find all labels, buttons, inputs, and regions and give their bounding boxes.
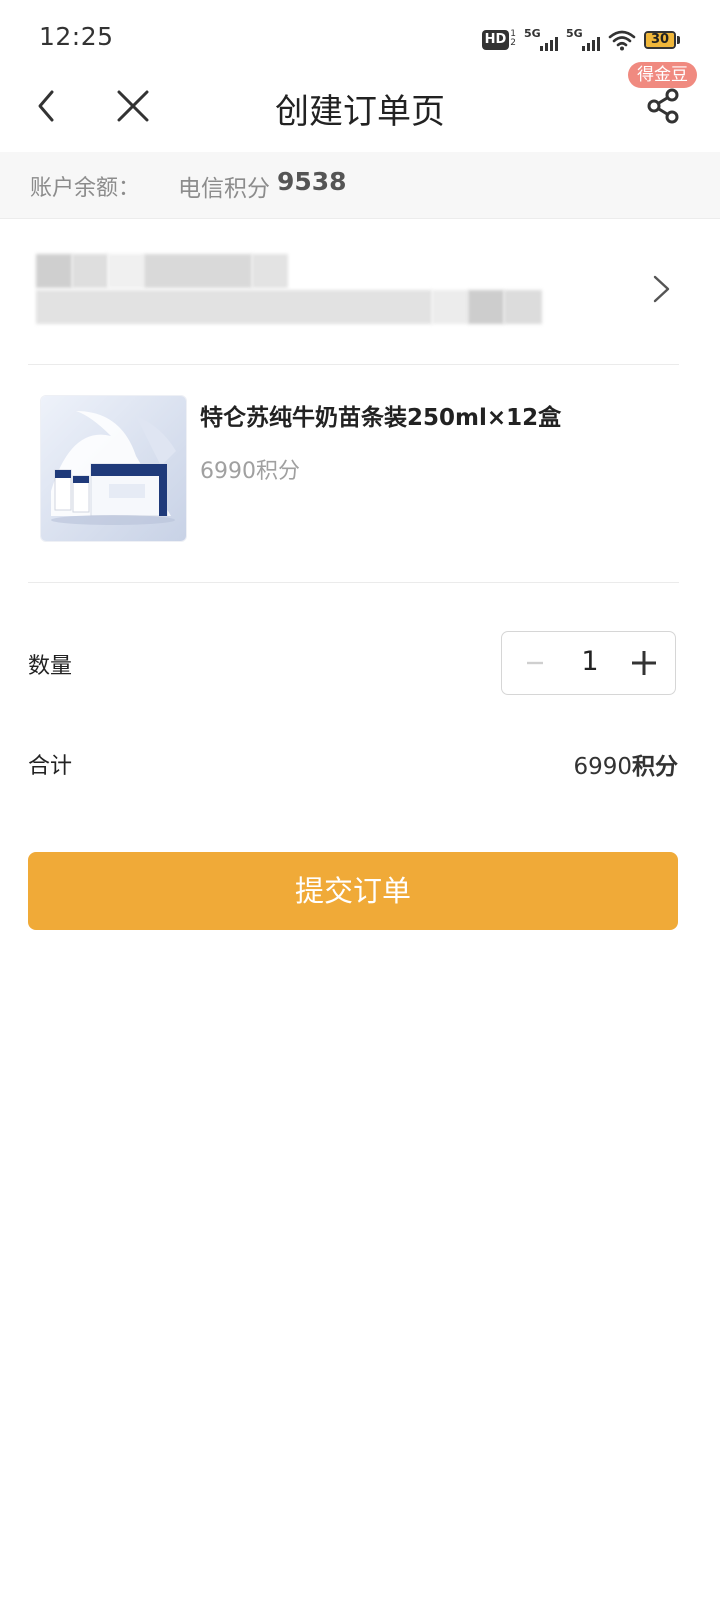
battery-text: 30: [650, 32, 670, 47]
total-unit: 积分: [632, 754, 678, 780]
plus-icon[interactable]: [628, 647, 660, 679]
hd-sub: 1 2: [510, 29, 516, 48]
quantity-stepper: 1: [501, 631, 676, 695]
chevron-right-icon: [650, 274, 674, 304]
address-redacted: [36, 254, 72, 288]
quantity-row: 数量 1: [0, 630, 720, 700]
hd-voice-icon: HD 1 2: [481, 29, 516, 50]
minus-icon[interactable]: [520, 647, 550, 679]
status-icons: HD 1 2 5G 5G 30: [481, 26, 680, 54]
signal-5g-icon: 5G: [524, 27, 558, 53]
hd-label: HD: [481, 30, 510, 50]
total-value: 6990积分: [573, 747, 678, 781]
net-label: 5G: [524, 27, 541, 40]
product-item: 特仑苏纯牛奶苗条装250ml×12盒 6990积分: [0, 385, 720, 555]
share-icon[interactable]: [645, 86, 681, 126]
submit-order-button[interactable]: 提交订单: [28, 852, 678, 930]
address-selector[interactable]: [0, 240, 720, 360]
total-amount: 6990: [573, 754, 632, 780]
divider: [28, 582, 679, 583]
quantity-value[interactable]: 1: [562, 646, 618, 677]
page-title: 创建订单页: [275, 92, 445, 132]
balance-source: 电信积分: [178, 176, 270, 202]
net-label: 5G: [566, 27, 583, 40]
status-time: 12:25: [39, 22, 114, 51]
wifi-icon: [608, 29, 636, 51]
balance-label: 账户余额：: [30, 176, 141, 201]
product-name: 特仑苏纯牛奶苗条装250ml×12盒: [200, 405, 562, 431]
product-price: 6990积分: [200, 459, 300, 484]
battery-icon: 30: [644, 31, 680, 49]
divider: [28, 364, 679, 365]
signal-5g-icon: 5G: [566, 27, 600, 53]
product-image: [40, 395, 187, 542]
balance-bar: 账户余额： 电信积分 9538: [0, 152, 720, 219]
quantity-label: 数量: [28, 654, 73, 679]
share-reward-badge[interactable]: 得金豆: [628, 62, 697, 88]
total-row: 合计 6990积分: [0, 740, 720, 790]
total-label: 合计: [28, 754, 73, 779]
balance-value: 9538: [277, 167, 347, 196]
nav-bar: 创建订单页 得金豆: [0, 62, 720, 152]
